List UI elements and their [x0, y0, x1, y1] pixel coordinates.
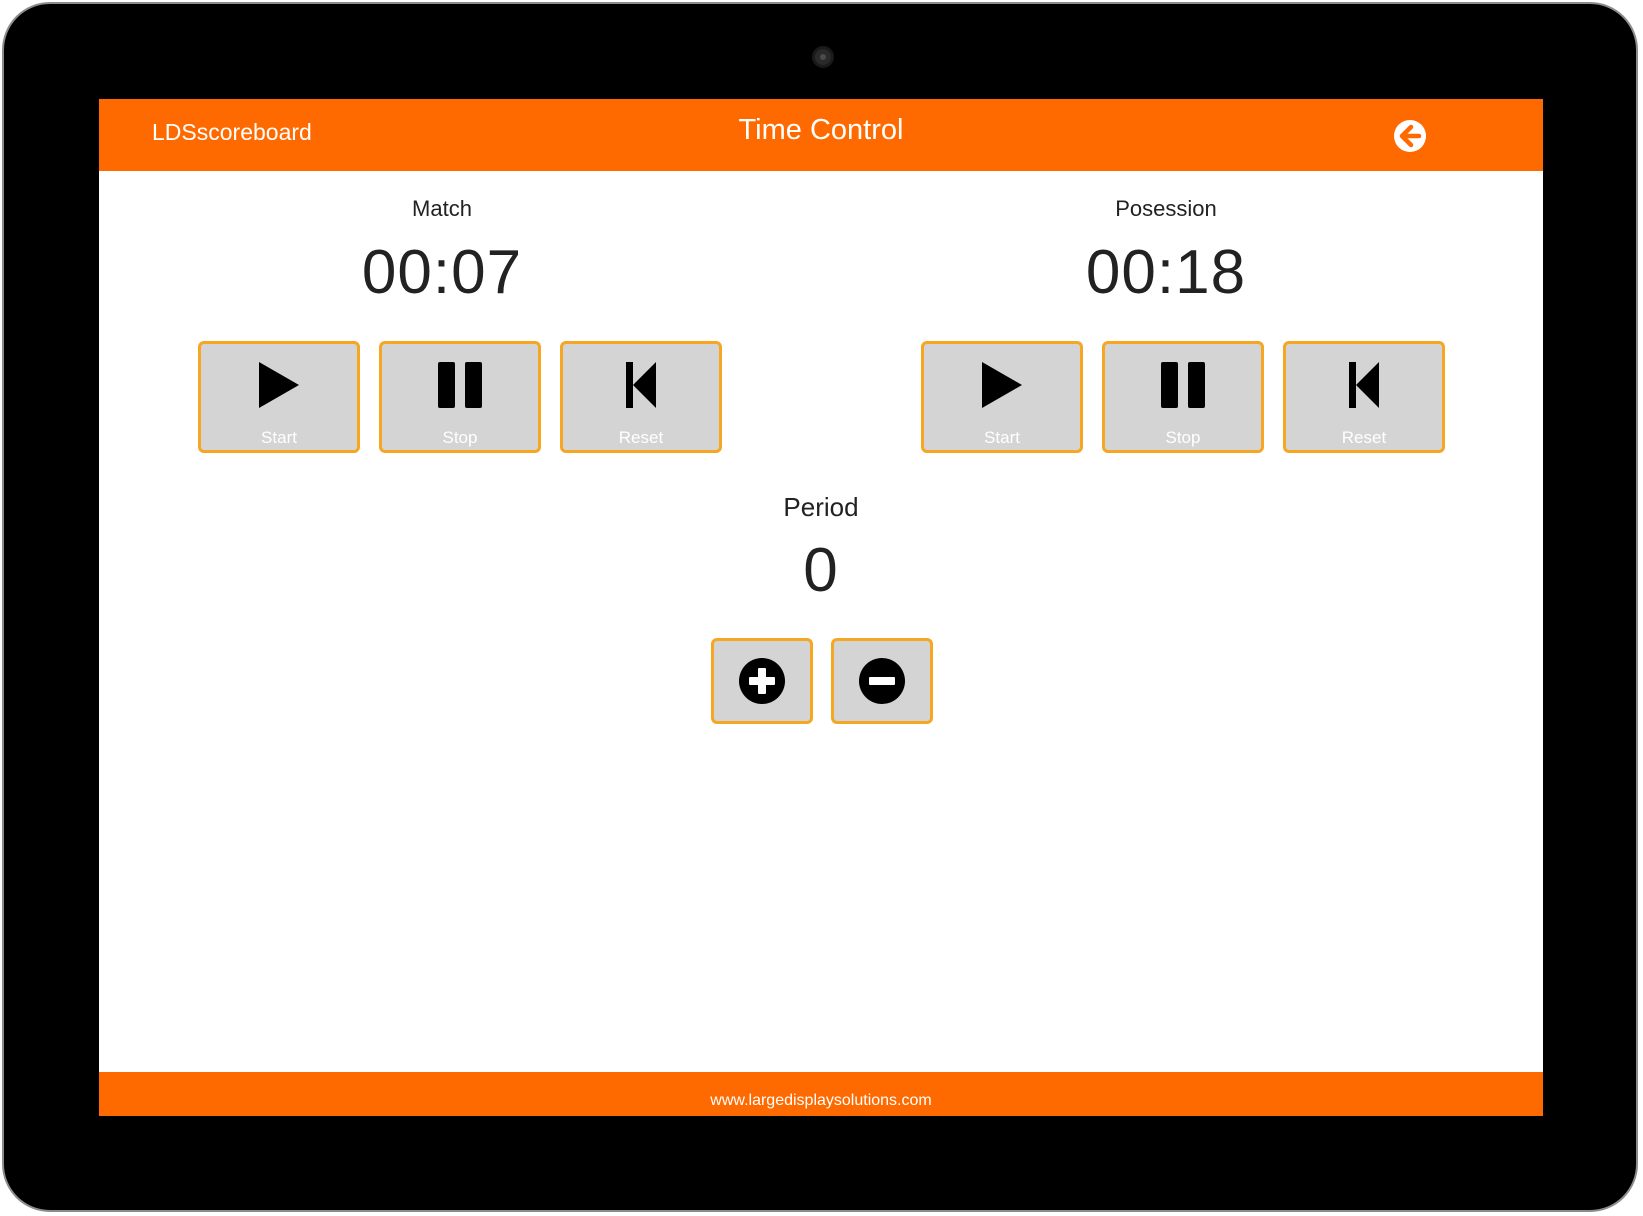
reset-label: Reset [1341, 428, 1387, 447]
play-icon [982, 362, 1022, 408]
match-start-button[interactable]: Start [198, 341, 360, 453]
possession-start-button[interactable]: Start [921, 341, 1083, 453]
stop-label: Stop [442, 428, 478, 447]
skip-back-icon [1349, 362, 1379, 408]
skip-back-icon [626, 362, 656, 408]
back-button[interactable] [1393, 119, 1427, 153]
period-decrement-button[interactable] [831, 638, 933, 724]
play-icon [259, 362, 299, 408]
pause-icon [1161, 362, 1205, 408]
match-stop-button[interactable]: Stop [379, 341, 541, 453]
page-title: Time Control [738, 114, 904, 146]
possession-stop-button[interactable]: Stop [1102, 341, 1264, 453]
match-clock: 00:07 [361, 238, 523, 307]
match-title: Match [412, 196, 472, 221]
minus-circle-icon [859, 658, 905, 704]
website-link[interactable]: www.largedisplaysolutions.com [99, 1092, 1543, 1110]
start-label: Start [984, 428, 1020, 447]
reset-label: Reset [618, 428, 664, 447]
pause-icon [438, 362, 482, 408]
app-screen: LDSscoreboard Time Control Match 00:07 S… [99, 99, 1543, 1116]
plus-circle-icon [739, 658, 785, 704]
arrow-left-circle-icon [1394, 120, 1426, 152]
start-label: Start [261, 428, 297, 447]
camera-lens [812, 46, 834, 68]
app-bar: LDSscoreboard Time Control [99, 99, 1543, 171]
possession-title: Posession [1115, 196, 1217, 221]
possession-reset-button[interactable]: Reset [1283, 341, 1445, 453]
period-title: Period [783, 492, 859, 522]
possession-clock: 00:18 [1085, 238, 1247, 307]
stop-label: Stop [1165, 428, 1201, 447]
period-increment-button[interactable] [711, 638, 813, 724]
period-value: 0 [803, 536, 839, 605]
match-reset-button[interactable]: Reset [560, 341, 722, 453]
footer-bar: www.largedisplaysolutions.com [99, 1072, 1543, 1116]
